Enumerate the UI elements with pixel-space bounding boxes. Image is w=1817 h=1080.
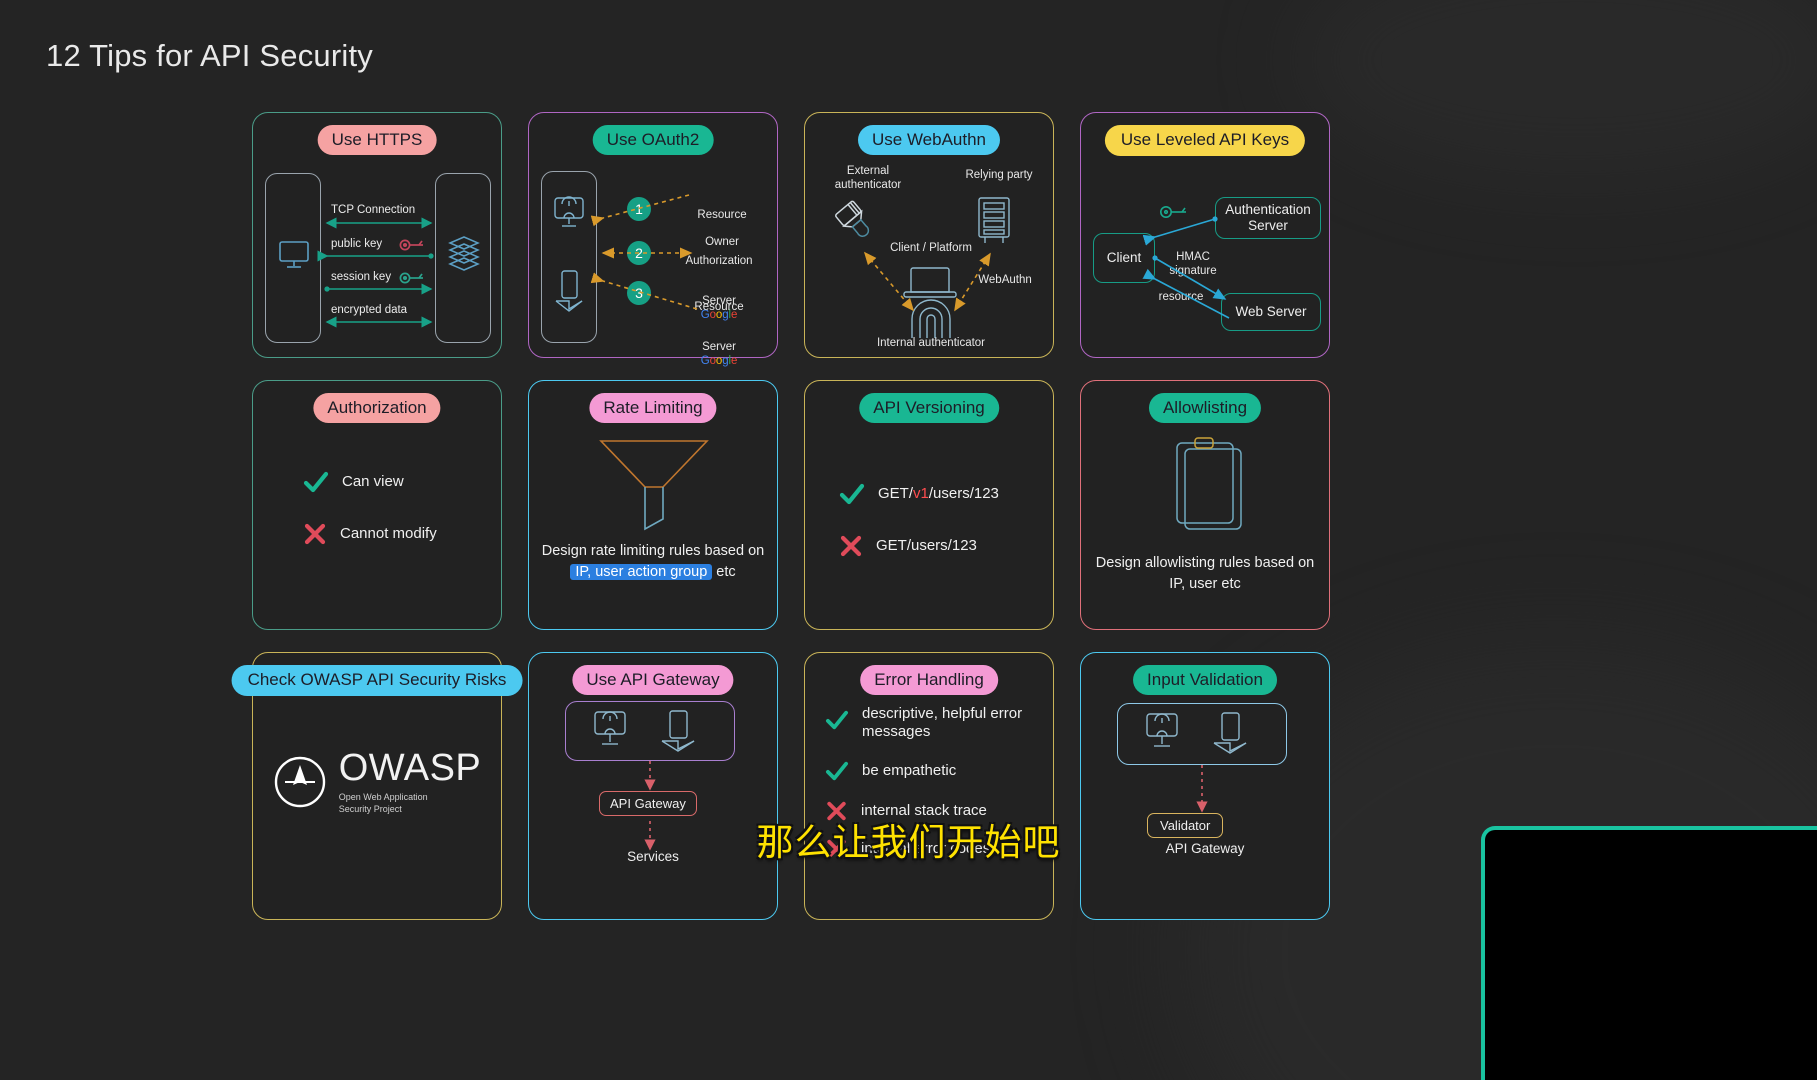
validation-connector-line — [1196, 765, 1208, 813]
clipboard-icon — [1176, 437, 1242, 530]
list-item: be empathetic — [825, 761, 1037, 781]
card-body-error-handling: descriptive, helpful error messages be e… — [805, 653, 1053, 919]
tips-grid: Use HTTPS TCP Connection public key sess… — [231, 112, 1330, 920]
slide-canvas: 12 Tips for API Security Use HTTPS TCP C… — [0, 0, 1817, 1080]
owasp-wordmark: OWASP — [338, 747, 482, 789]
card-use-oauth2[interactable]: Use OAuth2 1 2 3 Resource — [528, 112, 778, 367]
owasp-globe-icon — [274, 756, 325, 808]
card-body-authorization: Can view Cannot modify — [253, 381, 501, 629]
card-error-handling[interactable]: Error Handling descriptive, helpful erro… — [804, 652, 1054, 920]
background-glow-top — [1297, 0, 1817, 180]
webauthn-flow-arrows — [863, 251, 991, 312]
list-item: Cannot modify — [303, 523, 437, 545]
allowlisting-description: Design allowlisting rules based on IP, u… — [1095, 555, 1315, 593]
check-icon — [839, 483, 865, 505]
list-item: GET/v1/users/123 — [839, 483, 999, 505]
card-body-use-api-gateway: API Gateway Services — [529, 653, 777, 919]
list-item: Can view — [303, 471, 404, 493]
card-use-https[interactable]: Use HTTPS TCP Connection public key sess… — [252, 112, 502, 358]
desc-part-plain: Design rate limiting rules based on — [541, 543, 765, 559]
owasp-logo: OWASP Open Web Application Security Proj… — [253, 749, 501, 815]
list-item-label: Can view — [342, 473, 404, 490]
card-rate-limiting[interactable]: Rate Limiting Design rate limiting rules… — [528, 380, 778, 630]
card-use-webauthn[interactable]: Use WebAuthn External authenticator Rely… — [804, 112, 1054, 358]
list-item-label: GET/users/123 — [876, 537, 977, 554]
card-body-use-webauthn: External authenticator Relying party Cli… — [805, 113, 1053, 357]
owasp-tagline-line1: Open Web Application — [338, 792, 428, 802]
endpoint-version: v1 — [913, 485, 929, 502]
rate-limiting-description: Design rate limiting rules based on IP, … — [539, 541, 767, 584]
funnel-icon — [599, 440, 709, 531]
card-body-use-https: TCP Connection public key session key en… — [253, 113, 501, 357]
card-body-allowlisting: Design allowlisting rules based on IP, u… — [1081, 381, 1329, 629]
card-api-versioning[interactable]: API Versioning GET/v1/users/123 GET/user… — [804, 380, 1054, 630]
card-use-api-gateway[interactable]: Use API Gateway API Gateway Services — [528, 652, 778, 920]
oauth-flow-arrows — [590, 194, 698, 310]
card-use-leveled-api-keys[interactable]: Use Leveled API Keys Authentication Serv… — [1080, 112, 1330, 358]
api-key-flow-arrows — [1142, 216, 1230, 319]
card-authorization[interactable]: Authorization Can view Cannot modify — [252, 380, 502, 630]
card-allowlisting[interactable]: Allowlisting Design allowlisting rules b… — [1080, 380, 1330, 630]
cross-icon — [840, 535, 862, 557]
page-title: 12 Tips for API Security — [46, 38, 374, 73]
check-icon — [303, 471, 329, 493]
check-icon — [826, 710, 848, 730]
card-check-owasp-api-security-risks[interactable]: Check OWASP API Security Risks OWASP Ope… — [231, 652, 523, 920]
list-item: descriptive, helpful error messages — [825, 705, 1037, 741]
list-item-label: Cannot modify — [340, 525, 437, 542]
card-body-owasp: OWASP Open Web Application Security Proj… — [253, 653, 501, 919]
card-body-input-validation: Validator API Gateway — [1081, 653, 1329, 919]
check-icon — [826, 761, 848, 781]
list-item-label: GET/v1/users/123 — [878, 485, 999, 503]
card-input-validation[interactable]: Input Validation Validator API Gateway — [1080, 652, 1330, 920]
list-item-label: be empathetic — [862, 762, 957, 779]
desc-part-trailing: etc — [712, 564, 736, 581]
card-body-use-oauth2: 1 2 3 Resource Owner Authorization Serve… — [529, 113, 777, 367]
picture-in-picture-window[interactable] — [1481, 826, 1817, 1080]
list-item-label: descriptive, helpful error messages — [862, 705, 1023, 740]
desc-part-highlight: IP, user action group — [570, 564, 713, 581]
cross-icon — [304, 523, 326, 545]
https-flow-arrows — [317, 217, 434, 328]
gateway-connector-lines — [644, 761, 656, 851]
endpoint-suffix: /users/123 — [928, 485, 999, 502]
card-body-use-leveled-api-keys: Authentication Server Client Web Server … — [1081, 113, 1329, 357]
endpoint-prefix: GET/ — [878, 485, 914, 502]
list-item: GET/users/123 — [839, 535, 977, 557]
card-body-rate-limiting: Design rate limiting rules based on IP, … — [529, 381, 777, 629]
card-body-api-versioning: GET/v1/users/123 GET/users/123 — [805, 381, 1053, 629]
